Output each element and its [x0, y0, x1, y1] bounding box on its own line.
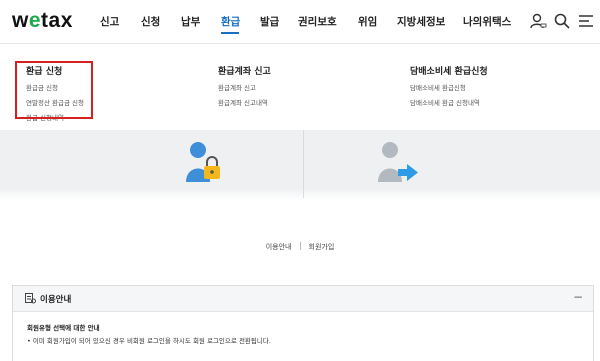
signup-link[interactable]: 회원가입	[309, 243, 335, 251]
nav-item-delegate[interactable]: 위임	[358, 14, 377, 29]
menu-link[interactable]: 담배소비세 환급신청	[410, 82, 488, 92]
usage-info-body: 회원유형 선택에 대한 안내 • 이미 회원가입이 되어 있으신 경우 비회원 …	[13, 312, 593, 355]
menu-link[interactable]: 환급계좌 신고	[218, 82, 271, 92]
info-text: • 이미 회원가입이 되어 있으신 경우 비회원 로그인을 하시도 회원 로그인…	[27, 337, 271, 345]
card-divider	[303, 130, 304, 198]
user-login-icon[interactable]	[529, 12, 547, 30]
nav-item-my-wetax[interactable]: 나의위택스	[463, 14, 511, 29]
top-header: wetax 신고 신청 납부 환급 발급 권리보호 위임 지방세정보 나의위택스	[0, 0, 600, 44]
info-list-icon	[25, 293, 36, 304]
logo-part: w	[12, 9, 29, 32]
logo-part-accent: e	[28, 9, 42, 32]
wetax-logo[interactable]: wetax	[12, 9, 73, 33]
usage-info-header[interactable]: 이용안내 −	[13, 286, 593, 312]
highlight-annotation-box	[15, 61, 93, 119]
non-member-login-arrow-icon[interactable]	[376, 140, 420, 184]
logo-part: tax	[41, 9, 73, 32]
active-nav-indicator	[221, 32, 239, 34]
nav-item-refund[interactable]: 환급	[221, 14, 240, 29]
menu-icon[interactable]	[577, 12, 595, 30]
member-login-lock-icon[interactable]	[184, 140, 226, 184]
menu-column-tobacco-refund: 담배소비세 환급신청 담배소비세 환급신청 담배소비세 환급 신청내역	[410, 64, 488, 107]
nav-item-rights[interactable]: 권리보호	[298, 14, 337, 29]
usage-info-title: 이용안내	[40, 295, 72, 305]
nav-item-report[interactable]: 신고	[100, 14, 119, 29]
bottom-links: 이용안내 회원가입	[0, 242, 600, 252]
menu-title[interactable]: 담배소비세 환급신청	[410, 64, 488, 77]
menu-column-refund-account: 환급계좌 신고 환급계좌 신고 환급계좌 신고내역	[218, 64, 271, 107]
menu-link[interactable]: 담배소비세 환급 신청내역	[410, 97, 488, 107]
collapse-toggle-icon[interactable]: −	[573, 290, 583, 304]
nav-item-apply[interactable]: 신청	[141, 14, 160, 29]
menu-link[interactable]: 환급계좌 신고내역	[218, 97, 271, 107]
nav-item-issue[interactable]: 발급	[260, 14, 279, 29]
nav-item-local-tax-info[interactable]: 지방세정보	[397, 14, 445, 29]
menu-title[interactable]: 환급계좌 신고	[218, 64, 271, 77]
usage-guide-link[interactable]: 이용안내	[266, 243, 292, 251]
info-subtitle: 회원유형 선택에 대한 안내	[27, 324, 100, 332]
link-separator	[299, 242, 301, 250]
search-icon[interactable]	[553, 12, 571, 30]
usage-info-panel: 이용안내 − 회원유형 선택에 대한 안내 • 이미 회원가입이 되어 있으신 …	[12, 285, 594, 361]
nav-item-pay[interactable]: 납부	[181, 14, 200, 29]
login-type-selection	[0, 130, 600, 188]
card-fade	[0, 188, 600, 200]
